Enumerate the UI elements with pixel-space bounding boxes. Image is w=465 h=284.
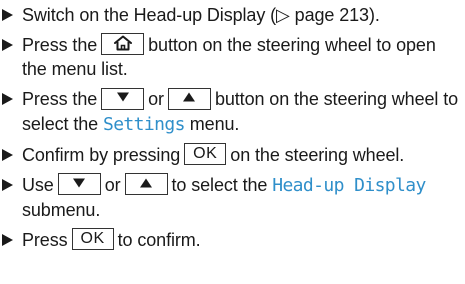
step-2: Press the button on the steering wheel to…	[0, 33, 465, 81]
bullet-arrow-icon	[2, 143, 16, 167]
step-4: Confirm by pressing OK on the steering whe…	[0, 142, 465, 167]
step-1-text-end: page 213).	[289, 5, 380, 25]
step-5: Use or to select the Head-up Display subme…	[0, 173, 465, 222]
step-3-text-b: or	[148, 89, 164, 110]
down-button-key	[57, 173, 101, 195]
bullet-arrow-icon	[2, 173, 16, 197]
page-reference-icon: ▷	[276, 5, 290, 25]
step-1: Switch on the Head-up Display (▷ page 21…	[0, 3, 465, 27]
up-button-key	[167, 87, 211, 110]
bullet-arrow-icon	[2, 3, 16, 27]
step-4-text-a: Confirm by pressing	[22, 144, 181, 165]
head-up-display-menu-name: Head-up Display	[272, 174, 426, 196]
ok-button-key: OK	[184, 142, 227, 165]
bullet-arrow-icon	[2, 33, 16, 57]
bullet-arrow-icon	[2, 228, 16, 252]
home-icon	[113, 35, 132, 51]
step-5-text-b: or	[104, 174, 121, 195]
triangle-up-icon	[140, 178, 153, 188]
step-6-text-a: Press	[22, 229, 68, 250]
triangle-down-icon	[116, 92, 129, 102]
instruction-steps: Switch on the Head-up Display (▷ page 21…	[0, 0, 465, 258]
step-5-text-d: submenu.	[22, 199, 101, 220]
step-1-text: Switch on the Head-up Display (	[22, 5, 277, 25]
triangle-up-icon	[183, 92, 196, 102]
step-5-text-c: to select the	[171, 174, 268, 195]
step-4-text-b: on the steering wheel.	[230, 144, 405, 165]
step-2-text-a: Press the	[22, 35, 98, 55]
step-6: Press OK to confirm.	[0, 228, 465, 252]
ok-button-key: OK	[71, 228, 114, 250]
triangle-down-icon	[73, 178, 86, 188]
bullet-arrow-icon	[2, 87, 16, 111]
up-button-key	[124, 173, 168, 195]
step-3-text-a: Press the	[22, 89, 98, 110]
step-6-text-b: to confirm.	[117, 229, 201, 250]
step-5-text-a: Use	[22, 174, 54, 195]
step-3-text-d: menu.	[189, 113, 240, 134]
down-button-key	[101, 87, 145, 110]
home-button-key	[101, 33, 145, 56]
settings-menu-name: Settings	[102, 113, 186, 135]
step-3: Press the or button on the steering wheel …	[0, 87, 465, 136]
